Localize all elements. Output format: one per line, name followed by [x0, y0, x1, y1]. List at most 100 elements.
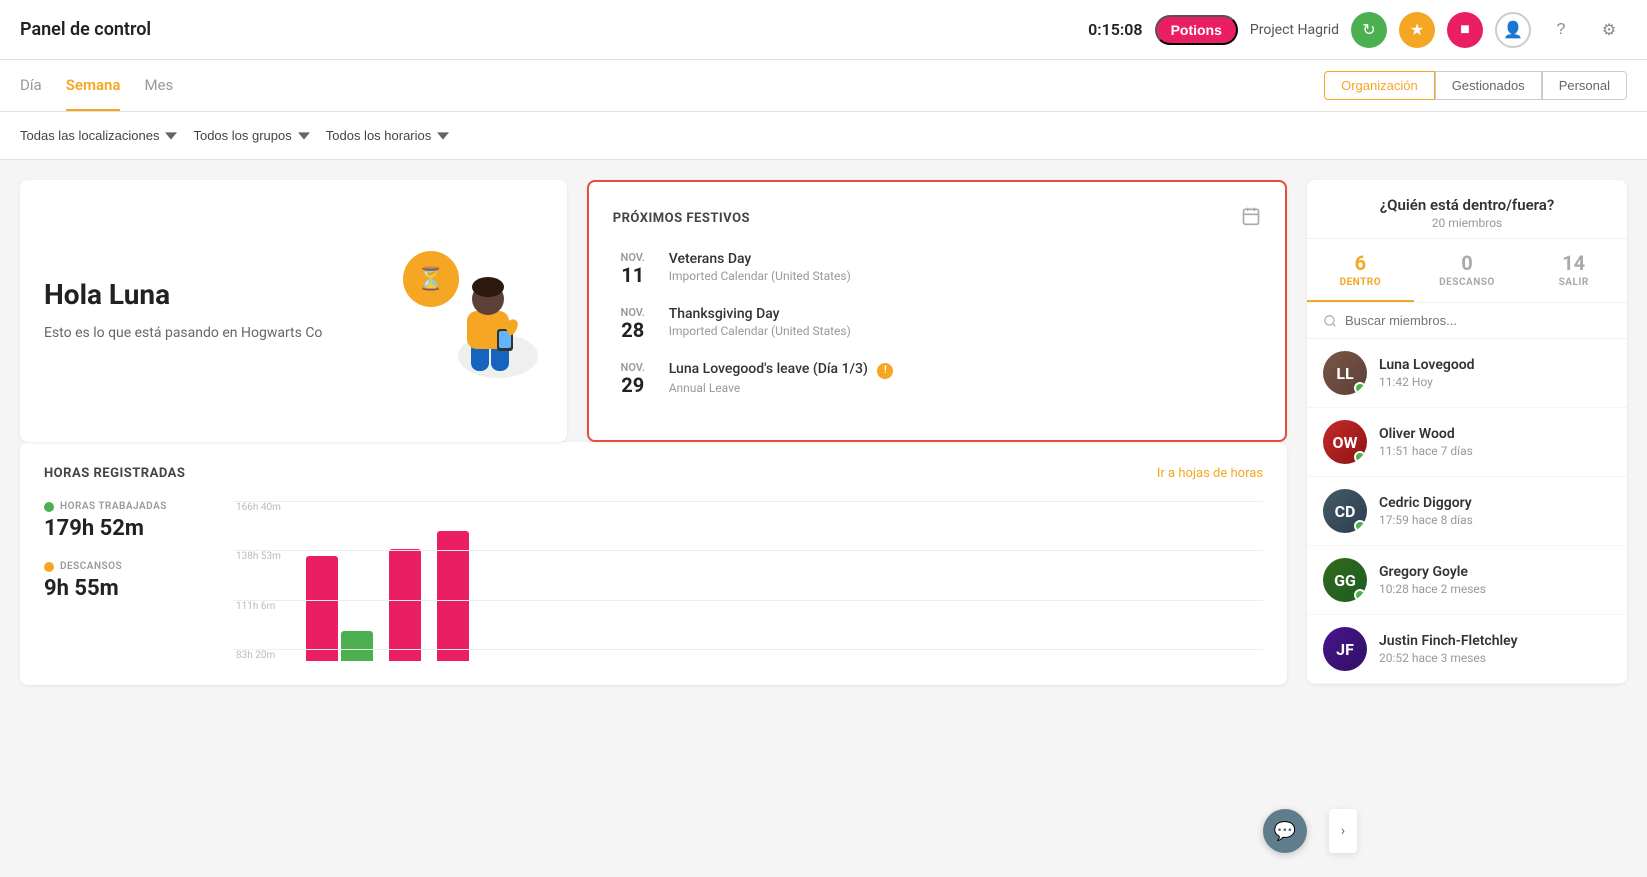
- main-area: Hola Luna Esto es lo que está pasando en…: [0, 160, 1307, 705]
- search-input[interactable]: [1345, 313, 1611, 328]
- timer-display: 0:15:08: [1088, 20, 1142, 39]
- holiday-day: 28: [613, 319, 653, 341]
- descanso-label: DESCANSO: [1422, 277, 1513, 288]
- tab-semana[interactable]: Semana: [66, 60, 121, 111]
- member-name: Gregory Goyle: [1379, 564, 1486, 580]
- bars-container: [234, 501, 1263, 661]
- filter-locations-label: Todas las localizaciones: [20, 128, 159, 143]
- breaks-dot: [44, 562, 54, 572]
- online-indicator: [1354, 589, 1366, 601]
- avatar: GG: [1323, 558, 1367, 602]
- holiday-info: Thanksgiving Day Imported Calendar (Unit…: [669, 306, 851, 338]
- member-info: Oliver Wood 11:51 hace 7 días: [1379, 426, 1473, 458]
- view-switcher: Organización Gestionados Personal: [1324, 71, 1627, 100]
- salir-count: 14: [1528, 251, 1619, 275]
- filter-bar: Todas las localizaciones Todos los grupo…: [0, 112, 1647, 160]
- who-stat-dentro[interactable]: 6 DENTRO: [1307, 239, 1414, 302]
- expand-panel-button[interactable]: ›: [1329, 809, 1357, 853]
- hours-link[interactable]: Ir a hojas de horas: [1157, 466, 1263, 481]
- who-title: ¿Quién está dentro/fuera?: [1327, 196, 1607, 214]
- member-info: Gregory Goyle 10:28 hace 2 meses: [1379, 564, 1486, 596]
- holidays-card: PRÓXIMOS FESTIVOS NOV. 11 Veterans Day: [587, 180, 1287, 442]
- leave-indicator: !: [877, 363, 893, 379]
- filter-schedules-label: Todos los horarios: [326, 128, 432, 143]
- welcome-illustration: ⏳: [383, 241, 543, 381]
- avatar: OW: [1323, 420, 1367, 464]
- holiday-info: Veterans Day Imported Calendar (United S…: [669, 251, 851, 283]
- organizacion-button[interactable]: Organización: [1324, 71, 1435, 100]
- holiday-item: NOV. 28 Thanksgiving Day Imported Calend…: [613, 306, 1261, 341]
- content-wrapper: Hola Luna Esto es lo que está pasando en…: [0, 160, 1647, 705]
- settings-button[interactable]: ⚙: [1591, 12, 1627, 48]
- member-item[interactable]: GG Gregory Goyle 10:28 hace 2 meses: [1307, 546, 1627, 615]
- tab-mes[interactable]: Mes: [144, 60, 173, 111]
- tab-bar: Día Semana Mes Organización Gestionados …: [0, 60, 1647, 112]
- header-right: 0:15:08 Potions Project Hagrid ↻ ★ ■ 👤 ?…: [1088, 12, 1627, 48]
- dentro-count: 6: [1315, 251, 1406, 275]
- holiday-sub: Imported Calendar (United States): [669, 269, 851, 283]
- hours-card: HORAS REGISTRADAS Ir a hojas de horas HO…: [20, 442, 1287, 685]
- chart-grid: 166h 40m 138h 53m 111h 6m 83h 20m: [234, 501, 1263, 661]
- avatar: LL: [1323, 351, 1367, 395]
- holiday-name: Veterans Day: [669, 251, 851, 267]
- member-name: Oliver Wood: [1379, 426, 1473, 442]
- online-indicator: [1354, 520, 1366, 532]
- holiday-date: NOV. 11: [613, 251, 653, 286]
- potions-button[interactable]: Potions: [1155, 15, 1238, 45]
- worked-value: 179h 52m: [44, 516, 204, 541]
- member-time: 17:59 hace 8 días: [1379, 513, 1473, 527]
- tab-dia[interactable]: Día: [20, 60, 42, 111]
- search-bar: [1307, 303, 1627, 339]
- top-section: Hola Luna Esto es lo que está pasando en…: [20, 180, 1287, 442]
- holidays-title: PRÓXIMOS FESTIVOS: [613, 211, 750, 226]
- stop-button[interactable]: ■: [1447, 12, 1483, 48]
- descanso-count: 0: [1422, 251, 1513, 275]
- bar-group: [306, 556, 373, 661]
- online-indicator: [1354, 451, 1366, 463]
- chevron-right-icon: ›: [1341, 823, 1345, 839]
- member-info: Luna Lovegood 11:42 Hoy: [1379, 357, 1475, 389]
- avatar: CD: [1323, 489, 1367, 533]
- user-button[interactable]: 👤: [1495, 12, 1531, 48]
- member-name: Cedric Diggory: [1379, 495, 1473, 511]
- bar-group: [389, 549, 421, 661]
- welcome-text: Hola Luna Esto es lo que está pasando en…: [44, 278, 322, 344]
- help-button[interactable]: ?: [1543, 12, 1579, 48]
- help-icon: ?: [1557, 21, 1566, 39]
- member-item[interactable]: LL Luna Lovegood 11:42 Hoy: [1307, 339, 1627, 408]
- holiday-info: Luna Lovegood's leave (Día 1/3) ! Annual…: [669, 361, 894, 395]
- project-label: Project Hagrid: [1250, 22, 1339, 38]
- member-info: Cedric Diggory 17:59 hace 8 días: [1379, 495, 1473, 527]
- who-stat-descanso[interactable]: 0 DESCANSO: [1414, 239, 1521, 302]
- chat-icon: 💬: [1274, 821, 1296, 842]
- filter-groups-label: Todos los grupos: [193, 128, 291, 143]
- member-item[interactable]: CD Cedric Diggory 17:59 hace 8 días: [1307, 477, 1627, 546]
- star-button[interactable]: ★: [1399, 12, 1435, 48]
- member-item[interactable]: JF Justin Finch-Fletchley 20:52 hace 3 m…: [1307, 615, 1627, 684]
- salir-label: SALIR: [1528, 277, 1619, 288]
- who-stat-salir[interactable]: 14 SALIR: [1520, 239, 1627, 302]
- bar-pink: [306, 556, 338, 661]
- chart-area: 166h 40m 138h 53m 111h 6m 83h 20m: [234, 501, 1263, 661]
- tabs: Día Semana Mes: [20, 60, 173, 111]
- member-item[interactable]: OW Oliver Wood 11:51 hace 7 días: [1307, 408, 1627, 477]
- bar-pink: [437, 531, 469, 661]
- personal-button[interactable]: Personal: [1542, 71, 1627, 100]
- chevron-down-icon: [437, 130, 449, 142]
- breaks-stat: DESCANSOS 9h 55m: [44, 561, 204, 601]
- gestionados-button[interactable]: Gestionados: [1435, 71, 1542, 100]
- sync-icon: ↻: [1362, 20, 1375, 40]
- chat-button[interactable]: 💬: [1263, 809, 1307, 853]
- filter-locations[interactable]: Todas las localizaciones: [20, 128, 177, 143]
- sync-button[interactable]: ↻: [1351, 12, 1387, 48]
- member-time: 11:42 Hoy: [1379, 375, 1475, 389]
- dentro-label: DENTRO: [1315, 277, 1406, 288]
- holiday-item: NOV. 29 Luna Lovegood's leave (Día 1/3) …: [613, 361, 1261, 396]
- holiday-day: 11: [613, 264, 653, 286]
- page-title: Panel de control: [20, 19, 151, 40]
- welcome-card: Hola Luna Esto es lo que está pasando en…: [20, 180, 567, 442]
- filter-groups[interactable]: Todos los grupos: [193, 128, 309, 143]
- calendar-icon-button[interactable]: [1241, 206, 1261, 231]
- holidays-header: PRÓXIMOS FESTIVOS: [613, 206, 1261, 231]
- filter-schedules[interactable]: Todos los horarios: [326, 128, 450, 143]
